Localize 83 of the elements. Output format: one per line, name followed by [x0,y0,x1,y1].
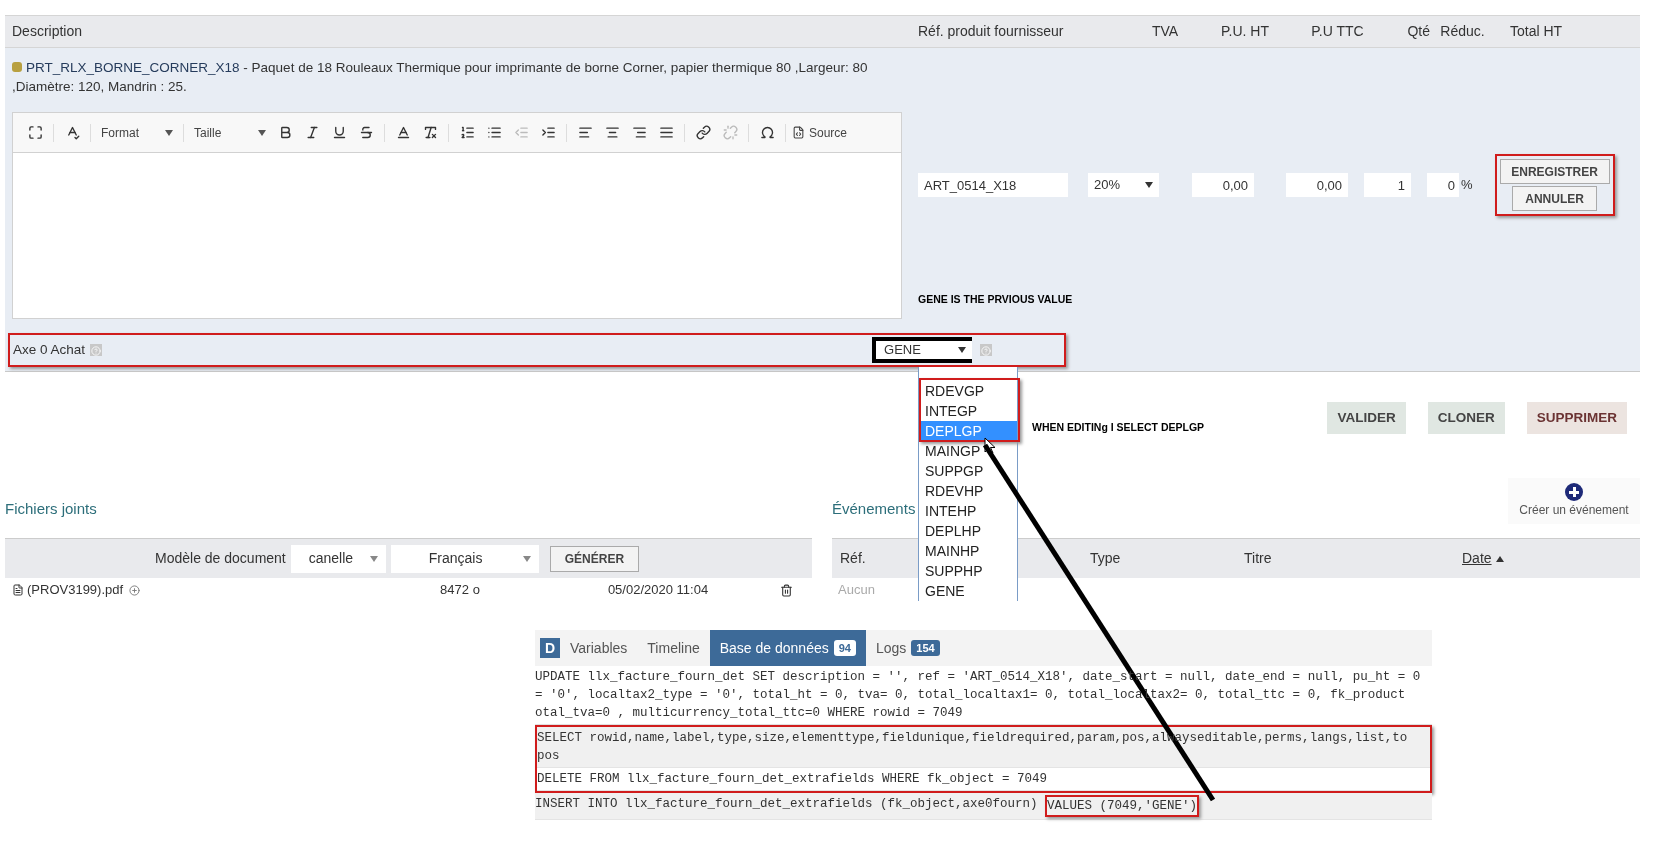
debug-tab[interactable]: Base de données 94 [709,630,866,666]
column-header: P.U. HT [1221,23,1269,39]
action-button[interactable]: CLONER [1427,402,1505,434]
column-header: Total HT [1510,23,1563,39]
highlighted-sql-value: VALUES (7049,'GENE') [1045,795,1200,817]
column-header[interactable]: Type [1090,550,1121,566]
dropdown-option[interactable]: SUPPHP [919,561,1017,581]
column-header: P.U TTC [1311,23,1364,39]
field-label: Modèle de document [155,549,286,568]
dropdown-option[interactable]: DEPLHP [919,521,1017,541]
source-button[interactable]: Source [792,123,848,142]
field-label: Axe 0 Achat [13,340,86,359]
column-header: TVA [1151,23,1179,39]
model-select[interactable]: canelle [290,544,386,573]
dropdown-option[interactable]: RDEVGP [919,381,1017,401]
action-button[interactable]: VALIDER [1327,402,1406,434]
unit-price-ttc-field[interactable]: 0,00 [1286,173,1348,197]
count-badge: 154 [911,639,940,657]
file-date: 05/02/2020 11:04 [607,581,709,600]
cursor-icon [984,437,996,455]
dropdown-option[interactable]: INTEHP [919,501,1017,521]
caret-icon [165,129,173,136]
dropdown-option[interactable]: INTEGP [919,401,1017,421]
column-header: Qté [1407,23,1430,39]
format-dropdown[interactable]: Format [97,123,177,142]
generate-button[interactable]: GÉNÉRER [549,545,640,572]
debug-tab[interactable]: Variables [560,630,638,666]
section-title: Fichiers joints [5,498,97,519]
create-event-button[interactable]: Créer un événement [1508,478,1640,524]
empty-text: Aucun [838,581,875,600]
sql-line: pos [537,748,560,765]
dropdown-option[interactable]: RDEVHP [919,481,1017,501]
dropdown-option[interactable]: SUPPGP [919,461,1017,481]
cancel-button[interactable]: ANNULER [1512,186,1598,211]
supplier-ref-field[interactable]: ART_0514_X18 [918,173,1068,197]
column-header[interactable]: Date [1462,550,1492,566]
caret-icon [958,347,967,353]
sql-line: DELETE FROM llx_facture_fourn_det_extrafields WHERE fk_object = 7049 [537,771,1048,788]
action-button[interactable]: SUPPRIMER [1526,402,1627,434]
save-button[interactable]: ENREGISTRER [1499,159,1610,184]
delete-icon [780,583,794,597]
language-select[interactable]: Français [390,544,539,573]
column-header: Description [12,23,83,39]
column-header[interactable]: Titre [1244,550,1272,566]
plus-icon [1565,483,1583,501]
source-code-icon [792,126,805,139]
sort-caret-icon [1495,556,1504,563]
preview-icon [129,584,141,596]
file-link[interactable]: (PROV3199).pdf [27,580,124,600]
annotation-note: GENE IS THE PRVIOUS VALUE [918,292,1074,307]
caret-icon [1145,182,1153,188]
unit-price-field[interactable]: 0,00 [1192,173,1254,197]
quantity-field[interactable]: 1 [1364,173,1411,197]
help-icon [980,344,993,356]
sql-line: otal_tva=0 , multicurrency_total_ttc=0 WHERE rowid = 7049 [535,705,963,722]
file-size: 8472 o [440,581,480,600]
dropdown-option[interactable]: MAINGP [919,441,1017,461]
caret-icon [369,555,378,562]
extrafield-select[interactable]: GENE [872,337,973,363]
box-icon [12,62,22,72]
vat-select[interactable]: 20% [1088,173,1159,197]
file-icon [12,584,24,596]
percent-sign: % [1461,176,1473,195]
product-link[interactable]: PRT_RLX_BORNE_CORNER_X18 [26,60,240,75]
dropdown-option[interactable]: MAINHP [919,541,1017,561]
count-badge: 94 [833,639,856,657]
column-header: Réf. produit fournisseur [918,23,1064,39]
rich-text-editor[interactable]: Format Taille Source [12,112,902,319]
section-title: Événements [832,498,916,519]
column-header[interactable]: Réf. [840,550,866,566]
debug-tab[interactable]: Logs 154 [865,630,950,666]
caret-icon [258,129,266,136]
debugbar-logo: D [540,638,560,658]
dropdown-option[interactable]: GENE [919,581,1017,601]
sql-line: INSERT INTO llx_facture_fourn_det_extrafields (fk_object,axe0fourn) [535,796,1039,813]
annotation-note: WHEN EDITINg I SELECT DEPLGP [1032,420,1205,435]
help-icon [90,344,103,356]
caret-icon [522,555,531,562]
column-header: Réduc. [1440,23,1485,39]
size-dropdown[interactable]: Taille [190,123,270,142]
product-description: PRT_RLX_BORNE_CORNER_X18 - Paquet de 18 Rouleaux Thermique pour imprimante de borne Corner, papier thermique 80 ,Largeur: 80 ,Diamètre: 120, Mandrin : 25. [12,59,869,96]
debug-tab[interactable]: Timeline [637,630,710,666]
discount-field[interactable]: 0 [1427,173,1459,197]
